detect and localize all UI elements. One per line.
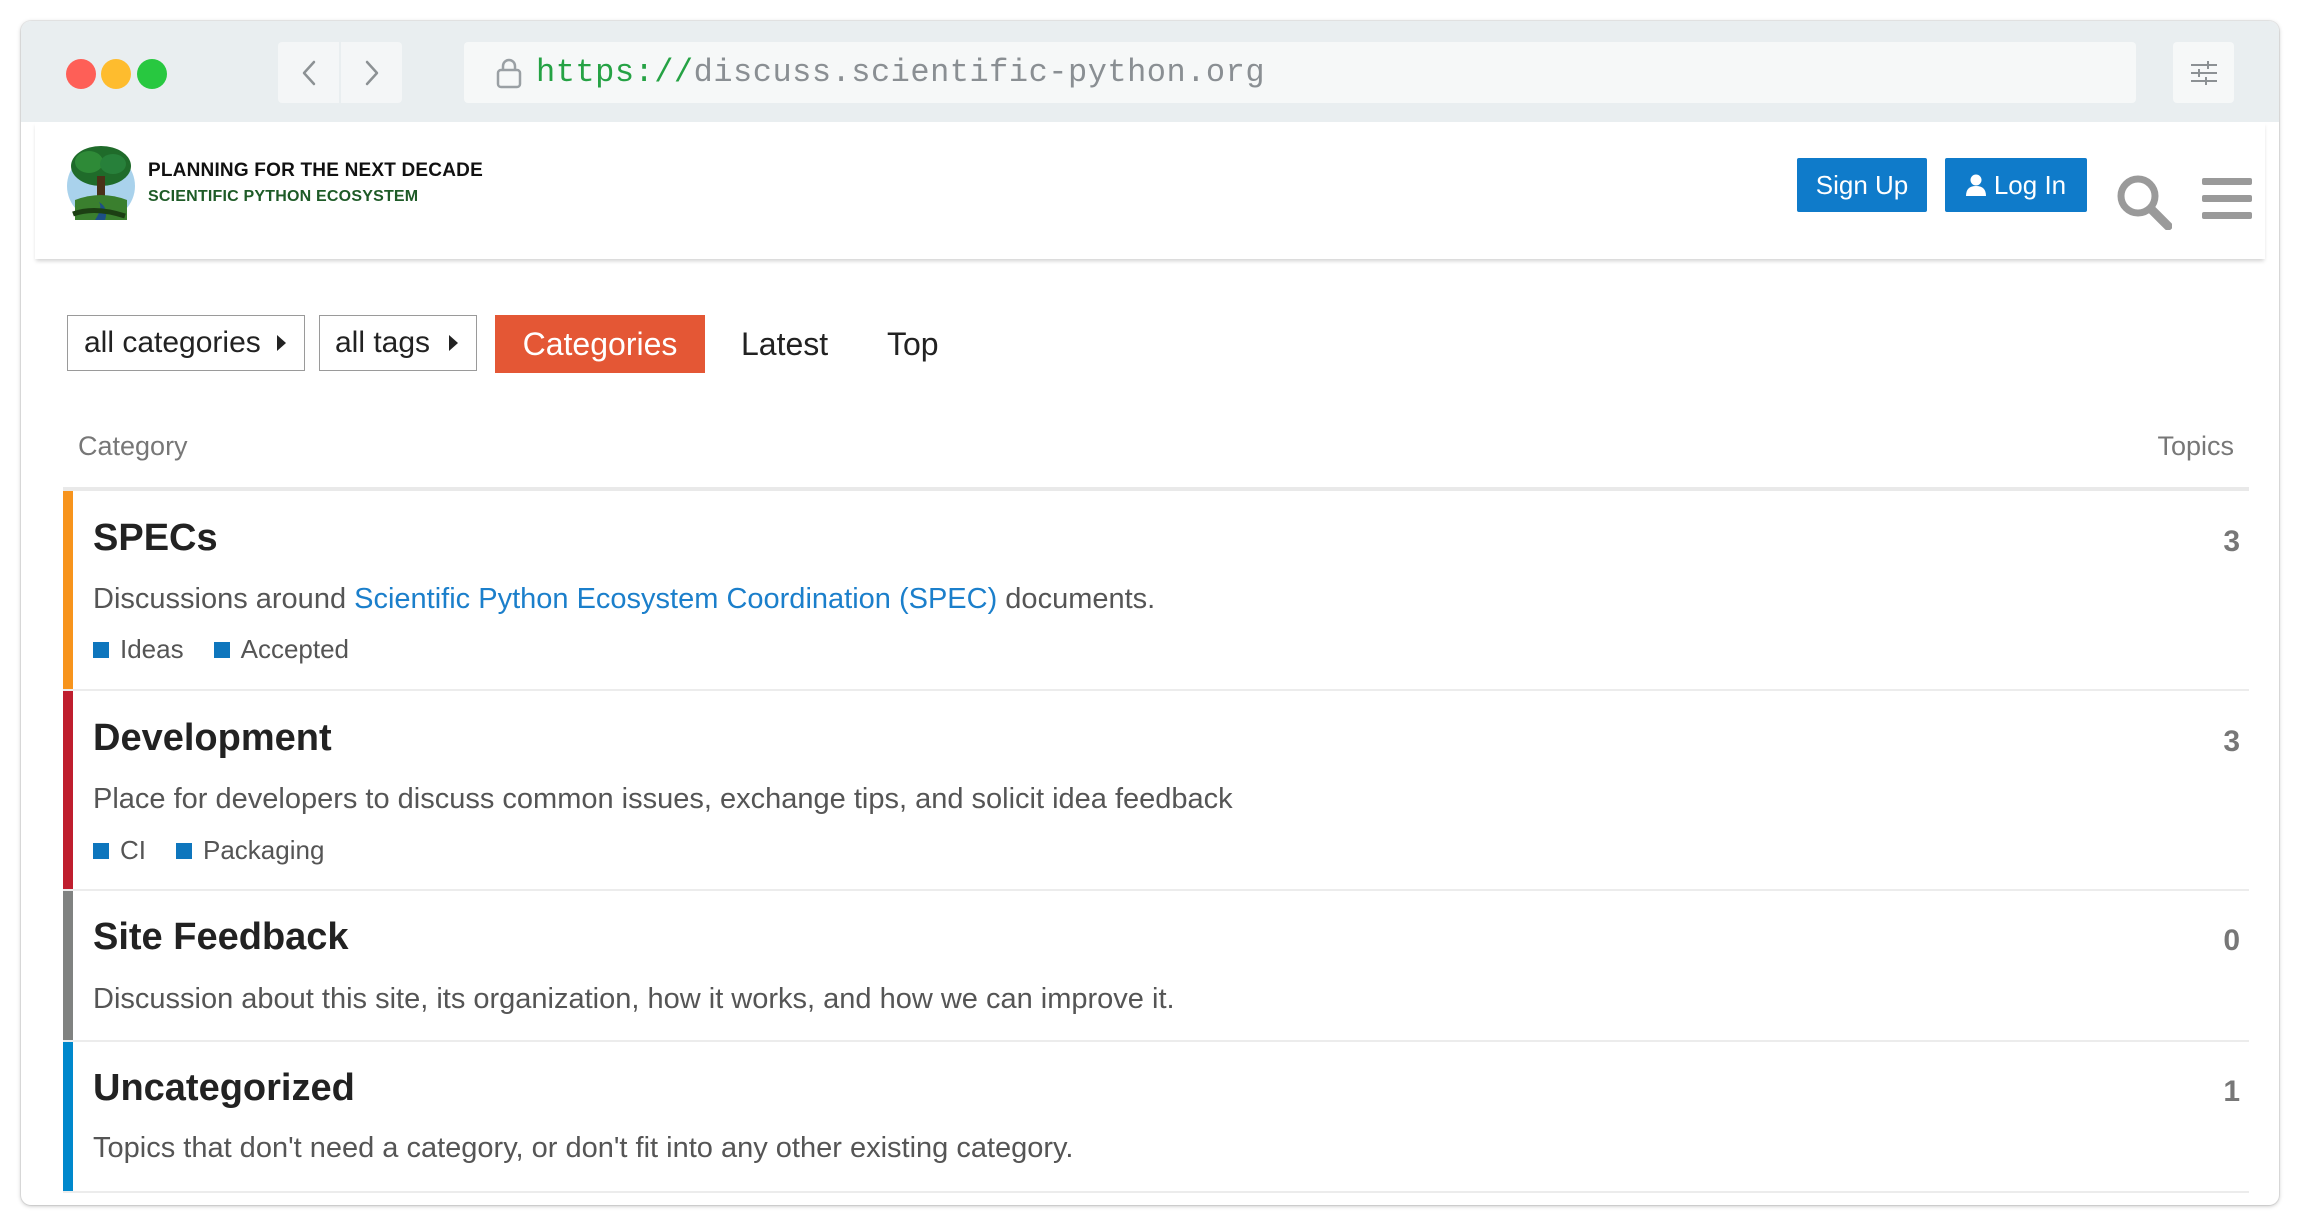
hamburger-menu-icon[interactable] xyxy=(2202,176,2252,222)
topic-count: 0 xyxy=(2223,924,2240,957)
category-color-bar xyxy=(63,691,73,889)
category-color-bar xyxy=(63,891,73,1040)
category-row-specs: SPECs 3 Discussions around Scientific Py… xyxy=(63,491,2249,691)
nav-top-tab[interactable]: Top xyxy=(887,315,939,373)
topic-count: 3 xyxy=(2223,725,2240,758)
tag-filter-label: all tags xyxy=(335,326,431,359)
search-icon[interactable] xyxy=(2116,174,2172,230)
sign-up-button[interactable]: Sign Up xyxy=(1797,158,1927,212)
category-filter-dropdown[interactable]: all categories xyxy=(67,315,305,371)
forward-button[interactable] xyxy=(341,42,402,103)
category-color-bar xyxy=(63,491,73,689)
category-column-header: Category xyxy=(78,431,188,461)
url-text: https://discuss.scientific-python.org xyxy=(536,54,1265,91)
subcategory-label: Accepted xyxy=(240,634,350,664)
url-host: discuss.scientific-python.org xyxy=(693,54,1266,91)
log-in-button[interactable]: Log In xyxy=(1945,158,2087,212)
topic-count: 1 xyxy=(2223,1075,2240,1108)
description-text: Discussions around xyxy=(93,583,355,615)
subcategory-label: CI xyxy=(120,835,146,865)
category-description: Discussions around Scientific Python Eco… xyxy=(93,583,1155,616)
brand-subtitle: SCIENTIFIC PYTHON ECOSYSTEM xyxy=(148,188,419,205)
subcategory-color-square xyxy=(213,641,230,658)
category-name-link[interactable]: SPECs xyxy=(93,517,218,560)
tag-filter-dropdown[interactable]: all tags xyxy=(319,315,477,371)
category-filter-label: all categories xyxy=(84,326,261,359)
browser-window: https://discuss.scientific-python.org PL… xyxy=(21,21,2279,1205)
subcategory-list: CI Packaging xyxy=(93,835,324,866)
subcategory-link-ideas[interactable]: Ideas xyxy=(93,634,184,665)
subcategory-link-accepted[interactable]: Accepted xyxy=(213,634,350,665)
category-description: Discussion about this site, its organiza… xyxy=(93,983,1175,1015)
subcategory-color-square xyxy=(93,842,109,859)
caret-right-icon xyxy=(449,335,458,351)
category-color-bar xyxy=(63,1042,73,1191)
user-icon xyxy=(1965,174,1986,196)
navigation-filters: all categories all tags Categories Lates… xyxy=(67,315,1267,373)
category-row-development: Development 3 Place for developers to di… xyxy=(63,691,2249,891)
back-button[interactable] xyxy=(278,42,339,103)
nav-latest-tab[interactable]: Latest xyxy=(741,315,828,373)
subcategory-color-square xyxy=(93,641,109,658)
subcategory-label: Ideas xyxy=(120,634,184,664)
topics-column-header: Topics xyxy=(2157,431,2234,461)
category-description: Topics that don't need a category, or do… xyxy=(93,1132,1074,1164)
category-row-site-feedback: Site Feedback 0 Discussion about this si… xyxy=(63,891,2249,1042)
sliders-icon xyxy=(2190,60,2217,85)
category-name-link[interactable]: Development xyxy=(93,717,332,760)
close-window-button[interactable] xyxy=(66,59,96,89)
category-description: Place for developers to discuss common i… xyxy=(93,783,1233,815)
category-name-link[interactable]: Site Feedback xyxy=(93,916,349,959)
brand-title: PLANNING FOR THE NEXT DECADE xyxy=(148,160,483,181)
url-scheme: https:// xyxy=(536,54,694,91)
topic-count: 3 xyxy=(2223,525,2240,558)
log-in-label: Log In xyxy=(1993,169,2067,200)
subcategory-link-ci[interactable]: CI xyxy=(93,835,146,866)
subcategory-list: Ideas Accepted xyxy=(93,634,349,665)
site-header: PLANNING FOR THE NEXT DECADE SCIENTIFIC … xyxy=(35,122,2265,259)
tree-logo-icon[interactable] xyxy=(65,142,137,222)
chevron-right-icon xyxy=(365,60,378,85)
browser-toolbar: https://discuss.scientific-python.org xyxy=(21,21,2279,122)
nav-categories-tab[interactable]: Categories xyxy=(495,315,705,373)
category-name-link[interactable]: Uncategorized xyxy=(93,1067,355,1110)
subcategory-color-square xyxy=(176,842,192,859)
spec-link[interactable]: Scientific Python Ecosystem Coordination… xyxy=(354,583,997,615)
address-bar[interactable]: https://discuss.scientific-python.org xyxy=(464,42,2136,103)
subcategory-link-packaging[interactable]: Packaging xyxy=(176,835,324,866)
chevron-left-icon xyxy=(302,60,315,85)
minimize-window-button[interactable] xyxy=(101,59,131,89)
page-settings-button[interactable] xyxy=(2173,42,2234,103)
lock-icon xyxy=(496,57,522,89)
description-text: documents. xyxy=(997,583,1156,615)
maximize-window-button[interactable] xyxy=(137,59,167,89)
caret-right-icon xyxy=(277,335,286,351)
subcategory-label: Packaging xyxy=(203,835,325,865)
category-row-uncategorized: Uncategorized 1 Topics that don't need a… xyxy=(63,1042,2249,1193)
